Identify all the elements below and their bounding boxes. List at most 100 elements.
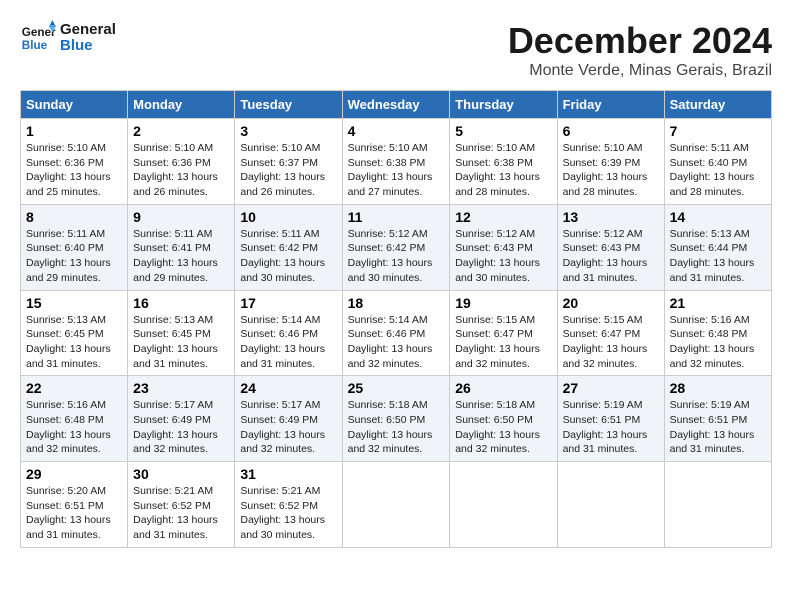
day-number: 30	[133, 466, 229, 482]
day-info: Sunrise: 5:15 AMSunset: 6:47 PMDaylight:…	[563, 313, 659, 372]
day-info: Sunrise: 5:13 AMSunset: 6:44 PMDaylight:…	[670, 227, 766, 286]
day-info: Sunrise: 5:11 AMSunset: 6:42 PMDaylight:…	[240, 227, 336, 286]
calendar-cell: 8 Sunrise: 5:11 AMSunset: 6:40 PMDaylight…	[21, 204, 128, 290]
calendar-header-saturday: Saturday	[664, 91, 771, 119]
day-info: Sunrise: 5:12 AMSunset: 6:42 PMDaylight:…	[348, 227, 445, 286]
calendar-cell	[342, 462, 450, 548]
calendar-body: 1 Sunrise: 5:10 AMSunset: 6:36 PMDaylight…	[21, 119, 772, 548]
day-info: Sunrise: 5:18 AMSunset: 6:50 PMDaylight:…	[455, 398, 551, 457]
day-number: 17	[240, 295, 336, 311]
calendar-header-tuesday: Tuesday	[235, 91, 342, 119]
calendar-week-row: 1 Sunrise: 5:10 AMSunset: 6:36 PMDaylight…	[21, 119, 772, 205]
calendar-cell: 22 Sunrise: 5:16 AMSunset: 6:48 PMDayligh…	[21, 376, 128, 462]
day-info: Sunrise: 5:10 AMSunset: 6:36 PMDaylight:…	[26, 141, 122, 200]
calendar-cell: 26 Sunrise: 5:18 AMSunset: 6:50 PMDayligh…	[450, 376, 557, 462]
calendar-header-row: SundayMondayTuesdayWednesdayThursdayFrid…	[21, 91, 772, 119]
day-number: 4	[348, 123, 445, 139]
day-number: 15	[26, 295, 122, 311]
day-info: Sunrise: 5:19 AMSunset: 6:51 PMDaylight:…	[563, 398, 659, 457]
calendar-cell: 6Sunrise: 5:10 AMSunset: 6:39 PMDaylight…	[557, 119, 664, 205]
day-info: Sunrise: 5:18 AMSunset: 6:50 PMDaylight:…	[348, 398, 445, 457]
location-subtitle: Monte Verde, Minas Gerais, Brazil	[508, 62, 772, 80]
calendar-cell: 4Sunrise: 5:10 AMSunset: 6:38 PMDaylight…	[342, 119, 450, 205]
calendar-cell: 30 Sunrise: 5:21 AMSunset: 6:52 PMDayligh…	[128, 462, 235, 548]
day-number: 10	[240, 209, 336, 225]
day-info: Sunrise: 5:12 AMSunset: 6:43 PMDaylight:…	[455, 227, 551, 286]
day-number: 26	[455, 380, 551, 396]
day-number: 18	[348, 295, 445, 311]
day-number: 2	[133, 123, 229, 139]
day-info: Sunrise: 5:11 AMSunset: 6:40 PMDaylight:…	[670, 141, 766, 200]
calendar-week-row: 8 Sunrise: 5:11 AMSunset: 6:40 PMDaylight…	[21, 204, 772, 290]
calendar-cell: 19 Sunrise: 5:15 AMSunset: 6:47 PMDayligh…	[450, 290, 557, 376]
day-number: 3	[240, 123, 336, 139]
calendar-cell: 24Sunrise: 5:17 AMSunset: 6:49 PMDayligh…	[235, 376, 342, 462]
day-number: 22	[26, 380, 122, 396]
calendar-header-monday: Monday	[128, 91, 235, 119]
month-title: December 2024	[508, 20, 772, 62]
calendar-cell: 15 Sunrise: 5:13 AMSunset: 6:45 PMDayligh…	[21, 290, 128, 376]
calendar-cell: 23Sunrise: 5:17 AMSunset: 6:49 PMDayligh…	[128, 376, 235, 462]
calendar-cell: 18 Sunrise: 5:14 AMSunset: 6:46 PMDayligh…	[342, 290, 450, 376]
calendar-cell: 10 Sunrise: 5:11 AMSunset: 6:42 PMDayligh…	[235, 204, 342, 290]
day-info: Sunrise: 5:16 AMSunset: 6:48 PMDaylight:…	[26, 398, 122, 457]
day-info: Sunrise: 5:15 AMSunset: 6:47 PMDaylight:…	[455, 313, 551, 372]
title-section: December 2024 Monte Verde, Minas Gerais,…	[508, 20, 772, 80]
day-number: 19	[455, 295, 551, 311]
calendar-cell: 11Sunrise: 5:12 AMSunset: 6:42 PMDayligh…	[342, 204, 450, 290]
calendar-header-thursday: Thursday	[450, 91, 557, 119]
calendar-cell: 3 Sunrise: 5:10 AMSunset: 6:37 PMDaylight…	[235, 119, 342, 205]
day-info: Sunrise: 5:11 AMSunset: 6:40 PMDaylight:…	[26, 227, 122, 286]
day-number: 28	[670, 380, 766, 396]
calendar-cell: 28 Sunrise: 5:19 AMSunset: 6:51 PMDayligh…	[664, 376, 771, 462]
day-number: 21	[670, 295, 766, 311]
day-info: Sunrise: 5:13 AMSunset: 6:45 PMDaylight:…	[133, 313, 229, 372]
day-info: Sunrise: 5:17 AMSunset: 6:49 PMDaylight:…	[133, 398, 229, 457]
calendar-header-sunday: Sunday	[21, 91, 128, 119]
day-number: 9	[133, 209, 229, 225]
day-number: 8	[26, 209, 122, 225]
day-number: 1	[26, 123, 122, 139]
day-number: 16	[133, 295, 229, 311]
calendar-cell: 16 Sunrise: 5:13 AMSunset: 6:45 PMDayligh…	[128, 290, 235, 376]
day-info: Sunrise: 5:20 AMSunset: 6:51 PMDaylight:…	[26, 484, 122, 543]
day-number: 20	[563, 295, 659, 311]
calendar-cell: 12 Sunrise: 5:12 AMSunset: 6:43 PMDayligh…	[450, 204, 557, 290]
calendar-cell: 14Sunrise: 5:13 AMSunset: 6:44 PMDayligh…	[664, 204, 771, 290]
day-number: 24	[240, 380, 336, 396]
logo-icon: General Blue	[20, 20, 56, 56]
calendar-cell: 9 Sunrise: 5:11 AMSunset: 6:41 PMDaylight…	[128, 204, 235, 290]
calendar-cell: 25 Sunrise: 5:18 AMSunset: 6:50 PMDayligh…	[342, 376, 450, 462]
day-number: 25	[348, 380, 445, 396]
calendar-cell: 27 Sunrise: 5:19 AMSunset: 6:51 PMDayligh…	[557, 376, 664, 462]
calendar-cell	[557, 462, 664, 548]
day-number: 12	[455, 209, 551, 225]
day-info: Sunrise: 5:10 AMSunset: 6:37 PMDaylight:…	[240, 141, 336, 200]
day-info: Sunrise: 5:21 AMSunset: 6:52 PMDaylight:…	[240, 484, 336, 543]
calendar-table: SundayMondayTuesdayWednesdayThursdayFrid…	[20, 90, 772, 548]
day-info: Sunrise: 5:10 AMSunset: 6:38 PMDaylight:…	[455, 141, 551, 200]
day-number: 27	[563, 380, 659, 396]
day-info: Sunrise: 5:13 AMSunset: 6:45 PMDaylight:…	[26, 313, 122, 372]
day-info: Sunrise: 5:10 AMSunset: 6:36 PMDaylight:…	[133, 141, 229, 200]
day-number: 31	[240, 466, 336, 482]
day-number: 13	[563, 209, 659, 225]
page-header: General Blue General Blue December 2024 …	[20, 20, 772, 80]
calendar-cell	[450, 462, 557, 548]
calendar-header-wednesday: Wednesday	[342, 91, 450, 119]
calendar-cell: 21 Sunrise: 5:16 AMSunset: 6:48 PMDayligh…	[664, 290, 771, 376]
calendar-week-row: 15 Sunrise: 5:13 AMSunset: 6:45 PMDayligh…	[21, 290, 772, 376]
day-info: Sunrise: 5:11 AMSunset: 6:41 PMDaylight:…	[133, 227, 229, 286]
day-info: Sunrise: 5:19 AMSunset: 6:51 PMDaylight:…	[670, 398, 766, 457]
calendar-cell: 13 Sunrise: 5:12 AMSunset: 6:43 PMDayligh…	[557, 204, 664, 290]
day-info: Sunrise: 5:14 AMSunset: 6:46 PMDaylight:…	[348, 313, 445, 372]
calendar-cell: 20 Sunrise: 5:15 AMSunset: 6:47 PMDayligh…	[557, 290, 664, 376]
calendar-header-friday: Friday	[557, 91, 664, 119]
calendar-cell	[664, 462, 771, 548]
svg-text:Blue: Blue	[22, 39, 48, 52]
day-info: Sunrise: 5:16 AMSunset: 6:48 PMDaylight:…	[670, 313, 766, 372]
day-info: Sunrise: 5:21 AMSunset: 6:52 PMDaylight:…	[133, 484, 229, 543]
calendar-cell: 2 Sunrise: 5:10 AMSunset: 6:36 PMDaylight…	[128, 119, 235, 205]
day-info: Sunrise: 5:12 AMSunset: 6:43 PMDaylight:…	[563, 227, 659, 286]
day-info: Sunrise: 5:14 AMSunset: 6:46 PMDaylight:…	[240, 313, 336, 372]
